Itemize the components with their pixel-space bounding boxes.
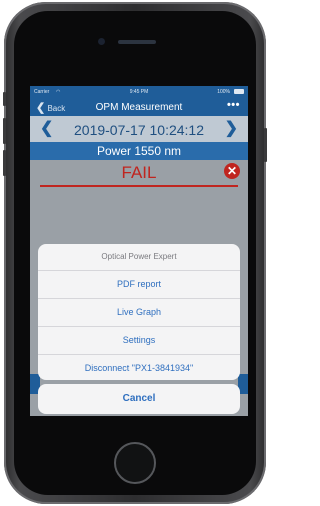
date-selector: ❮ 2019-07-17 10:24:12 ❯: [30, 116, 248, 142]
status-bar: Carrier ◠ 9:45 PM 100%: [30, 86, 248, 98]
earpiece-speaker: [118, 40, 156, 44]
battery-percent: 100%: [217, 89, 230, 95]
action-sheet-title: Optical Power Expert: [38, 244, 240, 271]
disconnect-button[interactable]: Disconnect "PX1-3841934": [38, 355, 240, 380]
battery-icon: [234, 89, 244, 94]
action-sheet: Optical Power Expert PDF report Live Gra…: [38, 244, 240, 380]
fail-x-icon: ✕: [224, 163, 240, 179]
result-row: FAIL ✕: [30, 160, 248, 186]
result-status: FAIL: [121, 163, 157, 182]
volume-down-button: [3, 150, 6, 176]
result-divider: [40, 185, 238, 187]
more-icon[interactable]: •••: [227, 99, 240, 111]
volume-up-button: [3, 118, 6, 144]
home-button[interactable]: [114, 442, 156, 484]
power-wavelength-bar: Power 1550 nm: [30, 142, 248, 160]
measurement-date: 2019-07-17 10:24:12: [74, 122, 204, 138]
pdf-report-button[interactable]: PDF report: [38, 271, 240, 299]
mute-switch: [3, 92, 6, 106]
status-time: 9:45 PM: [129, 89, 149, 95]
power-button: [264, 128, 267, 162]
page-title: OPM Measurement: [95, 102, 183, 113]
navigation-bar: ❮ Back OPM Measurement •••: [30, 98, 248, 116]
app-screen: Carrier ◠ 9:45 PM 100% ❮ Back OPM Measur…: [30, 86, 248, 416]
next-arrow-icon[interactable]: ❯: [225, 118, 238, 138]
settings-button[interactable]: Settings: [38, 327, 240, 355]
live-graph-button[interactable]: Live Graph: [38, 299, 240, 327]
cancel-button[interactable]: Cancel: [38, 384, 240, 414]
front-camera: [98, 38, 105, 45]
